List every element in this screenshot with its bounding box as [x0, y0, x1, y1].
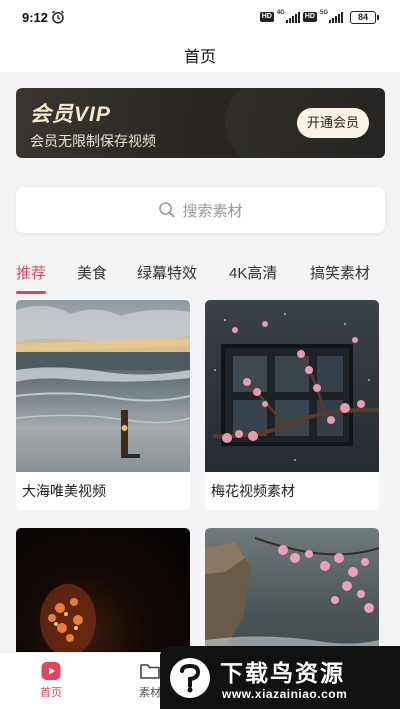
- hd-badge: HD: [259, 12, 274, 22]
- video-title: 梅花视频素材: [211, 483, 295, 499]
- alarm-clock-icon: [52, 10, 64, 24]
- status-time: 9:12: [22, 10, 49, 25]
- network-type-label: 4G: [276, 10, 285, 16]
- bird-logo-icon: [170, 658, 210, 698]
- nav-label-home: 首页: [40, 687, 62, 699]
- status-indicators: HD 4G HD 5G 84: [259, 10, 379, 24]
- network-type-label: 5G: [319, 10, 328, 16]
- tab-green-screen-effects[interactable]: 绿幕特效: [137, 262, 197, 283]
- vip-subtitle: 会员无限制保存视频: [30, 133, 156, 149]
- play-icon: [41, 662, 61, 680]
- folder-icon: [140, 664, 160, 679]
- video-thumbnail: [205, 300, 379, 472]
- sea-scene-image: [16, 305, 190, 458]
- signal-strength-icon: [329, 11, 343, 23]
- status-bar: 9:12 HD 4G HD 5G 84: [0, 0, 400, 36]
- category-tabs: 推荐 美食 绿幕特效 4K高清 搞笑素材: [16, 262, 396, 296]
- page-title: 首页: [183, 49, 216, 66]
- plum-blossom-scene-image: [212, 313, 379, 461]
- vip-title: 会员VIP: [30, 103, 111, 126]
- signal-strength-icon: [285, 11, 300, 23]
- bird-logo-icon-glyph: [180, 663, 201, 693]
- watermark-badge: 下载鸟资源 www.xiazainiao.com: [160, 646, 400, 709]
- search-placeholder: 搜索素材: [182, 202, 243, 220]
- tab-4k-hd[interactable]: 4K高清: [229, 262, 277, 283]
- tab-recommended[interactable]: 推荐: [16, 262, 46, 283]
- video-thumbnail: [16, 300, 190, 472]
- video-card[interactable]: 梅花视频素材: [205, 300, 379, 510]
- video-title: 大海唯美视频: [22, 483, 106, 499]
- open-membership-button[interactable]: 开通会员: [296, 108, 369, 138]
- video-card[interactable]: 大海唯美视频: [16, 300, 190, 510]
- battery-icon: 84: [350, 10, 379, 24]
- watermark-title: 下载鸟资源: [220, 660, 345, 686]
- hd-badge: HD: [302, 12, 317, 22]
- nav-item-home[interactable]: 首页: [31, 660, 71, 700]
- watermark-url: www.xiazainiao.com: [222, 687, 348, 701]
- search-icon: [159, 202, 175, 218]
- search-input[interactable]: 搜索素材: [16, 187, 385, 233]
- tab-funny-material[interactable]: 搞笑素材: [310, 262, 370, 283]
- vip-banner[interactable]: 会员VIP 会员无限制保存视频 开通会员: [16, 88, 385, 158]
- header: 首页: [0, 36, 400, 72]
- tab-food[interactable]: 美食: [77, 262, 107, 283]
- active-tab-indicator: [16, 291, 46, 294]
